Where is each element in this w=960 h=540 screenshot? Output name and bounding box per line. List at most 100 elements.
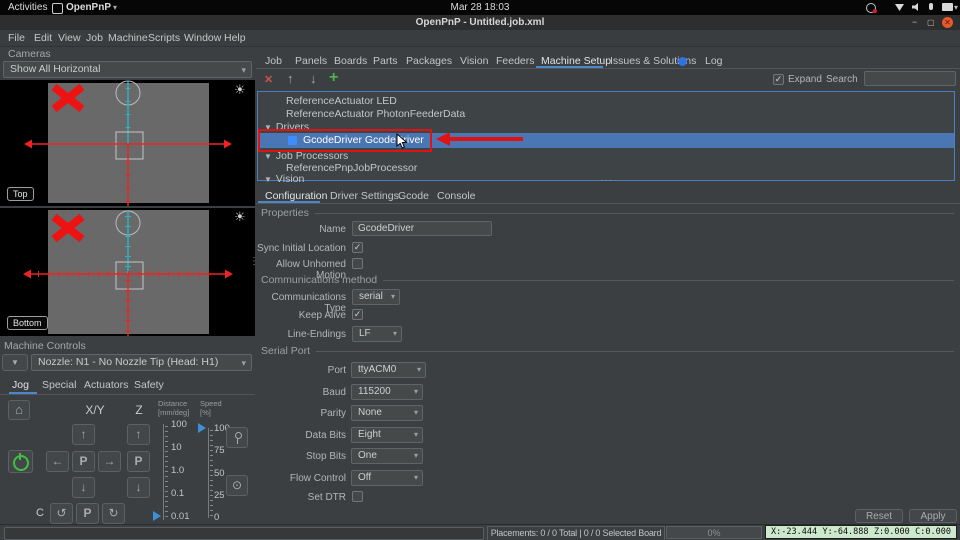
- status-message-field: [4, 527, 484, 540]
- tab-job[interactable]: Job: [265, 55, 282, 67]
- c-axis-label: C: [36, 507, 44, 519]
- park-c-button[interactable]: P: [76, 503, 99, 524]
- name-input[interactable]: [352, 221, 492, 236]
- tree-item-photonfeederdata[interactable]: ReferenceActuator PhotonFeederData: [258, 108, 960, 121]
- flow-control-select[interactable]: Off▾: [351, 470, 423, 486]
- sync-initial-location-checkbox[interactable]: [352, 242, 363, 253]
- battery-icon[interactable]: [942, 3, 953, 11]
- tab-console[interactable]: Console: [437, 190, 476, 202]
- position-camera-button[interactable]: ⊙: [226, 475, 248, 496]
- reset-button[interactable]: Reset: [855, 509, 903, 523]
- stop-bits-select[interactable]: One▾: [351, 448, 423, 464]
- port-select[interactable]: ttyACM0▾: [351, 362, 426, 378]
- communications-type-select[interactable]: serial▾: [352, 289, 400, 305]
- nozzle-expand-button[interactable]: ▼: [2, 354, 28, 371]
- jog-z-minus-button[interactable]: ↓: [127, 477, 150, 498]
- camera-view-top[interactable]: ☀ Top: [0, 80, 255, 206]
- jog-z-plus-button[interactable]: ↑: [127, 424, 150, 445]
- allow-unhomed-motion-checkbox[interactable]: [352, 258, 363, 269]
- system-menu-caret-icon[interactable]: ▾: [954, 0, 958, 15]
- search-label: Search: [826, 74, 858, 85]
- tab-parts[interactable]: Parts: [373, 55, 398, 67]
- jog-x-minus-button[interactable]: ←: [46, 451, 69, 472]
- tab-vision[interactable]: Vision: [460, 55, 488, 67]
- tab-driver-settings[interactable]: Driver Settings: [330, 190, 399, 202]
- position-tool-button[interactable]: [226, 427, 248, 448]
- microphone-icon[interactable]: [929, 3, 933, 10]
- menu-help[interactable]: Help: [224, 30, 246, 46]
- tab-panels[interactable]: Panels: [295, 55, 327, 67]
- distance-slider-handle[interactable]: [153, 511, 161, 521]
- speed-tick-label: 0: [214, 512, 219, 523]
- horizontal-splitter-grip[interactable]: ···: [600, 175, 613, 186]
- app-menu-button[interactable]: OpenPnP: [66, 0, 111, 15]
- activities-button[interactable]: Activities: [8, 0, 47, 15]
- camera-brightness-icon: ☀: [234, 209, 246, 225]
- distance-slider-track[interactable]: [163, 424, 164, 520]
- camera-display-mode-select[interactable]: Show All Horizontal ▾: [3, 61, 252, 78]
- move-up-button[interactable]: ↑: [287, 71, 294, 86]
- menu-edit[interactable]: Edit: [34, 30, 52, 46]
- xy-axis-label: X/Y: [70, 403, 120, 417]
- jog-c-ccw-button[interactable]: ↺: [50, 503, 73, 524]
- park-z-button[interactable]: P: [127, 451, 150, 472]
- add-button[interactable]: +: [329, 69, 338, 87]
- tab-log[interactable]: Log: [705, 55, 723, 67]
- tab-actuators[interactable]: Actuators: [84, 379, 128, 391]
- apply-button[interactable]: Apply: [909, 509, 957, 523]
- set-dtr-checkbox[interactable]: [352, 491, 363, 502]
- baud-select[interactable]: 115200▾: [351, 384, 423, 400]
- tab-safety[interactable]: Safety: [134, 379, 164, 391]
- wifi-icon[interactable]: [895, 4, 904, 11]
- menu-scripts[interactable]: Scripts: [148, 30, 180, 46]
- properties-section-header: Properties: [261, 207, 954, 219]
- tab-special[interactable]: Special: [42, 379, 76, 391]
- window-title: OpenPnP - Untitled.job.xml: [0, 15, 960, 30]
- arrow-right-icon: →: [104, 454, 116, 468]
- maximize-button[interactable]: ▢: [927, 15, 935, 30]
- parity-select[interactable]: None▾: [351, 405, 423, 421]
- delete-button[interactable]: ✕: [264, 73, 273, 86]
- tab-jog[interactable]: Jog: [12, 379, 29, 391]
- dro-y: Y:-64.888: [822, 527, 868, 537]
- tab-boards[interactable]: Boards: [334, 55, 367, 67]
- minimize-button[interactable]: −: [912, 15, 917, 30]
- distance-tick-label: 0.1: [171, 488, 184, 499]
- close-button[interactable]: ✕: [942, 17, 953, 28]
- tree-item-led[interactable]: ReferenceActuator LED: [258, 95, 960, 108]
- expand-checkbox[interactable]: [773, 74, 784, 85]
- jog-y-minus-button[interactable]: ↓: [72, 477, 95, 498]
- menu-window[interactable]: Window: [184, 30, 221, 46]
- placements-status: Placements: 0 / 0 Total | 0 / 0 Selected…: [487, 526, 665, 540]
- dro-panel: X:-23.444 Y:-64.888 Z:0.000 C:0.000: [765, 525, 957, 539]
- power-button[interactable]: [8, 450, 33, 473]
- tab-packages[interactable]: Packages: [406, 55, 452, 67]
- tab-feeders[interactable]: Feeders: [496, 55, 535, 67]
- menu-machine[interactable]: Machine: [108, 30, 148, 46]
- nozzle-select[interactable]: Nozzle: N1 - No Nozzle Tip (Head: H1) ▾: [31, 354, 252, 371]
- data-bits-select[interactable]: Eight▾: [351, 427, 423, 443]
- clock[interactable]: Mar 28 18:03: [440, 0, 520, 15]
- menu-view[interactable]: View: [58, 30, 81, 46]
- park-icon: P: [134, 454, 142, 468]
- speed-slider-handle[interactable]: [198, 423, 206, 433]
- jog-y-plus-button[interactable]: ↑: [72, 424, 95, 445]
- port-label: Port: [255, 365, 346, 376]
- menu-file[interactable]: File: [8, 30, 25, 46]
- keep-alive-checkbox[interactable]: [352, 309, 363, 320]
- line-endings-select[interactable]: LF▾: [352, 326, 402, 342]
- flow-control-label: Flow Control: [255, 473, 346, 484]
- jog-c-cw-button[interactable]: ↻: [102, 503, 125, 524]
- home-button[interactable]: ⌂: [8, 400, 30, 420]
- volume-icon[interactable]: [912, 3, 920, 11]
- move-down-button[interactable]: ↓: [310, 71, 317, 86]
- tab-gcode[interactable]: Gcode: [398, 190, 429, 202]
- search-input[interactable]: [864, 71, 956, 86]
- park-xy-button[interactable]: P: [72, 451, 95, 472]
- speed-slider-track[interactable]: [208, 428, 209, 518]
- menu-job[interactable]: Job: [86, 30, 103, 46]
- arrow-up-icon: ↑: [81, 427, 87, 441]
- recording-indicator-icon[interactable]: [866, 3, 876, 13]
- jog-x-plus-button[interactable]: →: [98, 451, 121, 472]
- camera-view-bottom[interactable]: ☀ Bottom: [0, 208, 255, 336]
